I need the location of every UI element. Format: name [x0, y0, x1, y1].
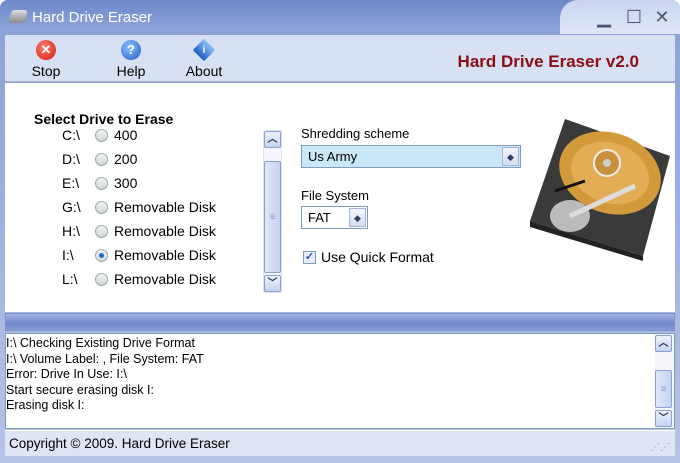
drive-label: 300: [114, 175, 138, 191]
drive-label: Removable Disk: [114, 247, 216, 263]
close-button[interactable]: ✕: [652, 7, 672, 27]
scroll-up-button[interactable]: ︿: [655, 335, 672, 352]
drive-option[interactable]: I:\ Removable Disk: [62, 245, 216, 265]
erase-progress-bar: [5, 313, 675, 331]
shredding-scheme-label: Shredding scheme: [301, 126, 410, 141]
drive-label: Removable Disk: [114, 199, 216, 215]
drive-option[interactable]: H:\ Removable Disk: [62, 221, 216, 241]
log-line: I:\ Checking Existing Drive Format: [6, 336, 195, 350]
resize-grip-icon[interactable]: ⋰⋰: [650, 442, 670, 453]
drive-letter: E:\: [62, 175, 80, 191]
drive-option[interactable]: E:\ 300: [62, 173, 137, 193]
drive-option[interactable]: G:\ Removable Disk: [62, 197, 216, 217]
file-system-select[interactable]: FAT ◆: [301, 206, 368, 229]
dropdown-arrow-icon[interactable]: ◆: [502, 147, 519, 166]
log-line: Erasing disk I:: [6, 398, 85, 412]
maximize-button[interactable]: ☐: [624, 7, 644, 27]
drive-letter: H:\: [62, 223, 80, 239]
drive-letter: D:\: [62, 151, 80, 167]
log-line: Start secure erasing disk I:: [6, 382, 154, 397]
main-panel: Select Drive to Erase C:\ 400 D:\ 200 E:\ 300…: [5, 83, 675, 312]
drive-radio[interactable]: [95, 128, 108, 142]
status-bar: Copyright © 2009. Hard Drive Eraser ⋰⋰: [5, 430, 675, 456]
drive-option[interactable]: L:\ Removable Disk: [62, 269, 216, 289]
drive-radio[interactable]: [95, 272, 108, 286]
hard-drive-image: [530, 119, 670, 261]
shredding-scheme-select[interactable]: Us Army ◆: [301, 145, 521, 168]
app-window: Hard Drive Eraser ▁ ☐ ✕ ✕ Stop ? Help i …: [0, 0, 680, 463]
drive-letter: C:\: [62, 127, 80, 143]
drive-radio[interactable]: [95, 200, 108, 214]
help-icon: ?: [121, 40, 141, 60]
drive-option[interactable]: D:\ 200: [62, 149, 137, 169]
quick-format-checkbox[interactable]: ✓ Use Quick Format: [303, 249, 434, 265]
drive-radio[interactable]: [95, 152, 108, 166]
info-icon: i: [192, 38, 216, 62]
scroll-thumb[interactable]: ≡: [264, 161, 281, 273]
drive-option[interactable]: C:\ 400: [62, 125, 137, 145]
log-line: Error: Drive In Use: I:\: [6, 367, 127, 381]
drive-label: Removable Disk: [114, 223, 216, 239]
scroll-down-button[interactable]: ﹀: [655, 410, 672, 427]
copyright-text: Copyright © 2009. Hard Drive Eraser: [9, 436, 230, 451]
title-bar[interactable]: Hard Drive Eraser ▁ ☐ ✕: [0, 0, 680, 34]
checkbox-check-icon[interactable]: ✓: [303, 250, 316, 264]
about-button[interactable]: i About: [178, 38, 230, 79]
drive-list-scrollbar[interactable]: ︿ ≡ ﹀: [263, 130, 282, 293]
stop-button[interactable]: ✕ Stop: [21, 40, 71, 79]
toolbar: ✕ Stop ? Help i About Hard Drive Eraser …: [5, 35, 675, 82]
drive-label: 200: [114, 151, 138, 167]
dropdown-arrow-icon[interactable]: ◆: [349, 208, 366, 227]
scroll-up-button[interactable]: ︿: [264, 131, 281, 148]
drive-radio[interactable]: [95, 176, 108, 190]
help-button[interactable]: ? Help: [106, 40, 156, 79]
drive-letter: L:\: [62, 271, 78, 287]
drive-label: Removable Disk: [114, 271, 216, 287]
log-output: I:\ Checking Existing Drive Format I:\ Vo…: [5, 333, 675, 429]
drive-radio[interactable]: [95, 248, 108, 262]
drive-radio[interactable]: [95, 224, 108, 238]
drive-letter: G:\: [62, 199, 81, 215]
drive-label: 400: [114, 127, 138, 143]
minimize-button[interactable]: ▁: [594, 7, 614, 27]
scroll-thumb[interactable]: ≡: [655, 370, 672, 408]
brand-title: Hard Drive Eraser v2.0: [457, 52, 639, 71]
window-title: Hard Drive Eraser: [32, 9, 153, 26]
stop-icon: ✕: [36, 40, 56, 60]
scroll-down-button[interactable]: ﹀: [264, 275, 281, 292]
drive-letter: I:\: [62, 247, 74, 263]
log-scrollbar[interactable]: ︿ ≡ ﹀: [655, 334, 674, 428]
log-line: I:\ Volume Label: , File System: FAT: [6, 351, 204, 366]
file-system-label: File System: [301, 188, 369, 203]
